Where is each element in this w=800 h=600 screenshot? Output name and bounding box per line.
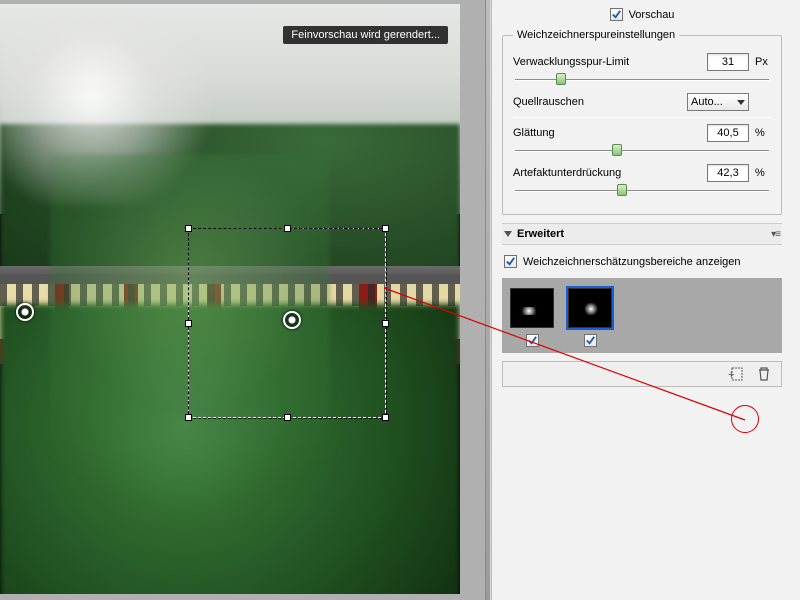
settings-panel: Vorschau Weichzeichnerspureinstellungen … [491,0,800,600]
noise-dropdown[interactable]: Auto... [687,93,749,111]
smoothing-input[interactable]: 40,5 [707,124,749,142]
resize-handle-w[interactable] [185,320,192,327]
artifact-input[interactable]: 42,3 [707,164,749,182]
resize-handle-ne[interactable] [382,225,389,232]
show-regions-label: Weichzeichnerschätzungsbereiche anzeigen [523,256,741,268]
advanced-title: Erweitert [517,228,766,240]
resize-handle-sw[interactable] [185,414,192,421]
bounds-input[interactable]: 31 [707,53,749,71]
noise-label: Quellrauschen [513,96,681,108]
smoothing-slider[interactable] [515,144,769,158]
artifact-label: Artefaktunterdrückung [513,167,701,179]
add-estimation-region-button[interactable]: + [727,365,745,383]
estimation-thumb-2-checkbox[interactable] [584,334,597,347]
resize-handle-nw[interactable] [185,225,192,232]
smoothing-unit: % [755,127,771,139]
advanced-section-header[interactable]: Erweitert ▾≡ [502,223,782,245]
bounds-slider[interactable] [515,73,769,87]
rendering-toast: Feinvorschau wird gerendert... [283,26,448,44]
preview-label: Vorschau [629,9,675,21]
resize-handle-se[interactable] [382,414,389,421]
resize-handle-n[interactable] [284,225,291,232]
bounds-label: Verwacklungsspur-Limit [513,56,701,68]
estimation-thumb-2[interactable] [568,288,612,347]
disclosure-triangle-icon [504,231,512,237]
estimation-thumb-1-checkbox[interactable] [526,334,539,347]
blur-trace-legend: Weichzeichnerspureinstellungen [513,29,679,41]
bounds-unit: Px [755,56,771,68]
preview-checkbox[interactable] [610,8,623,21]
blur-estimation-pin[interactable] [283,311,301,329]
artifact-slider[interactable] [515,184,769,198]
svg-text:+: + [728,369,734,381]
resize-handle-e[interactable] [382,320,389,327]
chevron-down-icon [737,100,745,105]
preview-image: Feinvorschau wird gerendert... [0,4,460,594]
estimation-thumb-1[interactable] [510,288,554,347]
image-canvas[interactable]: Feinvorschau wird gerendert... [0,0,485,600]
smoothing-label: Glättung [513,127,701,139]
advanced-toolbar: + [502,361,782,387]
resize-handle-s[interactable] [284,414,291,421]
artifact-unit: % [755,167,771,179]
flyout-menu-icon[interactable]: ▾≡ [771,229,780,240]
blur-estimation-pin[interactable] [16,303,34,321]
delete-estimation-region-button[interactable] [755,365,773,383]
show-regions-checkbox[interactable] [504,255,517,268]
blur-trace-group: Weichzeichnerspureinstellungen Verwacklu… [502,29,782,215]
estimation-thumbnails [502,278,782,353]
